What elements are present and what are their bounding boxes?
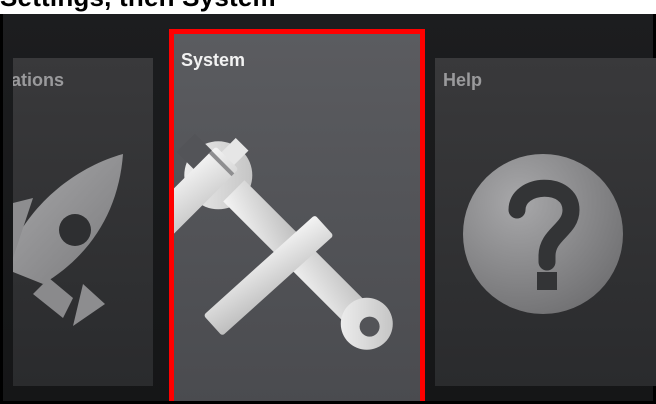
tile-applications[interactable]: cations [13,58,153,386]
rocket-icon [13,154,123,326]
tile-system[interactable]: System [171,30,423,404]
tools-icon [171,133,393,350]
settings-carousel: cations Help [0,14,656,404]
help-circle-icon [463,154,623,314]
screenshot-frame: Settings, then System cations [0,0,656,404]
instruction-caption: Settings, then System [0,0,656,14]
instruction-caption-text: Settings, then System [0,0,276,13]
tile-help[interactable]: Help [435,58,656,386]
